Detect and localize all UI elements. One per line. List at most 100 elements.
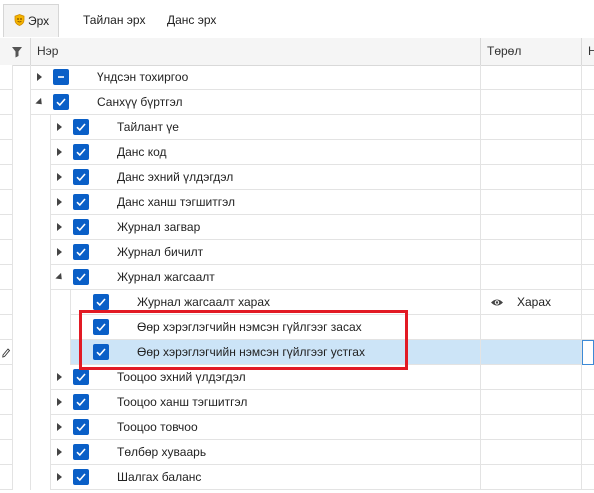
next-cell[interactable] <box>582 440 594 465</box>
tree-row[interactable]: Данс ханш тэгшитгэл <box>0 190 594 215</box>
tree-row[interactable]: Данс эхний үлдэгдэл <box>0 165 594 190</box>
name-cell[interactable] <box>51 415 481 440</box>
tree-row[interactable]: Өөр хэрэглэгчийн нэмсэн гүйлгээг устгах <box>0 340 594 365</box>
type-cell[interactable] <box>481 115 582 140</box>
expand-arrow-icon[interactable] <box>57 423 62 431</box>
expand-arrow-icon[interactable] <box>57 173 62 181</box>
type-cell[interactable] <box>481 390 582 415</box>
name-cell[interactable] <box>51 465 481 490</box>
expand-arrow-icon[interactable] <box>57 123 62 131</box>
type-cell[interactable] <box>481 415 582 440</box>
next-cell[interactable] <box>582 240 594 265</box>
next-cell[interactable] <box>582 65 594 90</box>
tree-row[interactable]: Журнал жагсаалт <box>0 265 594 290</box>
next-cell[interactable] <box>582 115 594 140</box>
row-checkbox[interactable] <box>73 269 89 285</box>
type-cell[interactable] <box>481 265 582 290</box>
tab-erh[interactable]: Эрх <box>3 4 59 37</box>
tab-dans-erh[interactable]: Данс эрх <box>167 4 216 37</box>
row-checkbox[interactable] <box>73 119 89 135</box>
expand-arrow-icon[interactable] <box>37 73 42 81</box>
row-checkbox[interactable] <box>73 469 89 485</box>
expand-arrow-icon[interactable] <box>57 448 62 456</box>
filter-button[interactable] <box>0 38 31 65</box>
tree-row[interactable]: Тайлант үе <box>0 115 594 140</box>
name-cell[interactable] <box>51 265 481 290</box>
row-checkbox[interactable] <box>73 244 89 260</box>
tree-row[interactable]: Журнал загвар <box>0 215 594 240</box>
next-cell[interactable] <box>582 315 594 340</box>
type-cell[interactable] <box>481 165 582 190</box>
tree-row[interactable]: Өөр хэрэглэгчийн нэмсэн гүйлгээг засах <box>0 315 594 340</box>
type-cell[interactable] <box>481 340 582 365</box>
row-indent <box>51 340 71 365</box>
name-cell[interactable] <box>51 365 481 390</box>
row-checkbox[interactable] <box>73 419 89 435</box>
next-cell[interactable] <box>582 190 594 215</box>
name-cell[interactable] <box>51 240 481 265</box>
tree-row[interactable]: Тооцоо эхний үлдэгдэл <box>0 365 594 390</box>
name-cell[interactable] <box>51 140 481 165</box>
column-header-name[interactable]: Нэр <box>31 38 481 65</box>
tree-row[interactable]: Санхүү бүртгэл <box>0 90 594 115</box>
tree-row[interactable]: Данс код <box>0 140 594 165</box>
type-cell[interactable] <box>481 440 582 465</box>
tree-row[interactable]: Үндсэн тохиргоо <box>0 65 594 90</box>
name-cell[interactable] <box>71 290 481 315</box>
name-cell[interactable] <box>51 190 481 215</box>
next-cell[interactable] <box>582 415 594 440</box>
next-cell[interactable] <box>582 340 594 365</box>
row-checkbox[interactable] <box>93 344 109 360</box>
name-cell[interactable] <box>51 215 481 240</box>
next-cell[interactable] <box>582 465 594 490</box>
tab-tailan-erh[interactable]: Тайлан эрх <box>83 4 145 37</box>
expand-arrow-icon[interactable] <box>57 248 62 256</box>
type-cell[interactable] <box>481 315 582 340</box>
tree-row[interactable]: Төлбөр хуваарь <box>0 440 594 465</box>
tree-row[interactable]: Шалгах баланс <box>0 465 594 490</box>
partial-checkbox[interactable] <box>53 69 69 85</box>
row-checkbox[interactable] <box>73 394 89 410</box>
row-checkbox[interactable] <box>73 444 89 460</box>
row-checkbox[interactable] <box>93 294 109 310</box>
name-cell[interactable] <box>51 115 481 140</box>
name-cell[interactable] <box>51 165 481 190</box>
type-cell[interactable] <box>481 365 582 390</box>
type-cell[interactable] <box>481 140 582 165</box>
name-cell[interactable] <box>51 390 481 415</box>
type-cell[interactable] <box>481 90 582 115</box>
column-header-next[interactable]: Н <box>582 38 594 65</box>
next-cell[interactable] <box>582 140 594 165</box>
tree-row[interactable]: Журнал бичилт <box>0 240 594 265</box>
row-checkbox[interactable] <box>73 219 89 235</box>
type-cell[interactable] <box>481 215 582 240</box>
row-checkbox[interactable] <box>93 319 109 335</box>
type-cell[interactable] <box>481 65 582 90</box>
next-cell[interactable] <box>582 290 594 315</box>
type-cell[interactable] <box>481 465 582 490</box>
next-cell[interactable] <box>582 215 594 240</box>
next-cell[interactable] <box>582 165 594 190</box>
expand-arrow-icon[interactable] <box>57 198 62 206</box>
name-cell[interactable] <box>51 440 481 465</box>
row-checkbox[interactable] <box>73 194 89 210</box>
row-checkbox[interactable] <box>73 369 89 385</box>
next-cell[interactable] <box>582 390 594 415</box>
expand-arrow-icon[interactable] <box>57 223 62 231</box>
next-cell[interactable] <box>582 365 594 390</box>
row-checkbox[interactable] <box>53 94 69 110</box>
tree-row[interactable]: Журнал жагсаалт харах Харах <box>0 290 594 315</box>
tree-row[interactable]: Тооцоо товчоо <box>0 415 594 440</box>
expand-arrow-icon[interactable] <box>57 373 62 381</box>
row-checkbox[interactable] <box>73 169 89 185</box>
next-cell[interactable] <box>582 265 594 290</box>
tree-row[interactable]: Тооцоо ханш тэгшитгэл <box>0 390 594 415</box>
next-cell[interactable] <box>582 90 594 115</box>
type-cell[interactable] <box>481 240 582 265</box>
expand-arrow-icon[interactable] <box>57 148 62 156</box>
type-cell[interactable] <box>481 190 582 215</box>
expand-arrow-icon[interactable] <box>57 398 62 406</box>
row-checkbox[interactable] <box>73 144 89 160</box>
expand-arrow-icon[interactable] <box>57 473 62 481</box>
column-header-type[interactable]: Төрөл <box>481 38 582 65</box>
